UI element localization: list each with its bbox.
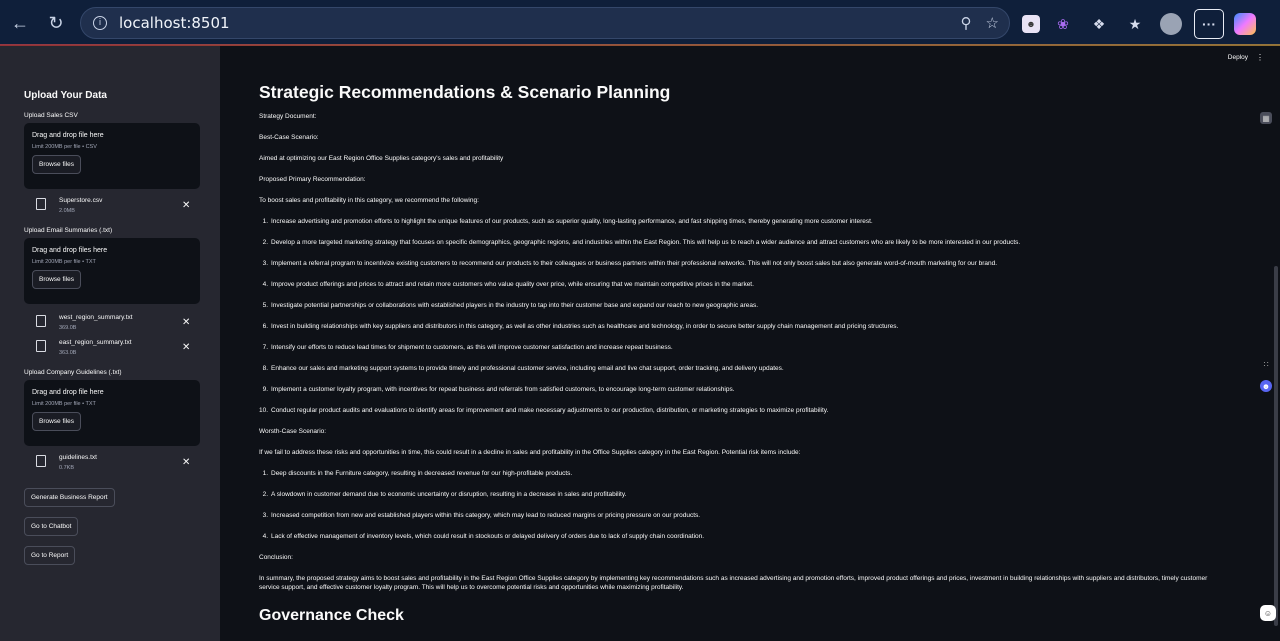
risks-list: 1. Deep discounts in the Furniture catego… xyxy=(259,469,1224,541)
go-to-report-button[interactable]: Go to Report xyxy=(24,546,76,565)
dropzone-text: Drag and drop files here xyxy=(32,247,108,254)
sales-upload-label: Upload Sales CSV xyxy=(24,112,78,119)
list-item: 2. A slowdown in customer demand due to e… xyxy=(262,491,627,498)
list-item: 6. Invest in building relationships with … xyxy=(262,323,899,330)
feedback-icon[interactable]: ☺ xyxy=(1260,605,1276,621)
main-content: Deploy ⋮ Strategic Recommendations & Sce… xyxy=(220,46,1280,641)
generate-report-button[interactable]: Generate Business Report xyxy=(24,488,115,507)
file-name: west_region_summary.txt xyxy=(59,314,133,321)
report-body: Strategic Recommendations & Scenario Pla… xyxy=(259,82,1224,625)
browser-toolbar: ← ↻ i localhost:8501 ⚲ ☆ ☻ ❀ ❖ ★ ··· xyxy=(0,0,1280,45)
governance-heading: Governance Check xyxy=(259,607,404,624)
email-upload-label: Upload Email Summaries (.txt) xyxy=(24,227,113,234)
uploaded-file: west_region_summary.txt 369.0B ✕ xyxy=(24,312,200,336)
edge-copilot-icon[interactable] xyxy=(1234,13,1256,35)
dropzone-limit: Limit 200MB per file • TXT xyxy=(32,401,96,407)
remove-file-icon[interactable]: ✕ xyxy=(182,200,190,211)
intro-text: To boost sales and profitability in this… xyxy=(259,197,479,204)
back-icon[interactable]: ← xyxy=(6,9,34,37)
extension-icon[interactable]: ☻ xyxy=(1022,15,1040,33)
browse-files-button[interactable]: Browse files xyxy=(32,270,82,289)
dropzone-text: Drag and drop file here xyxy=(32,132,104,139)
address-bar[interactable]: i localhost:8501 ⚲ ☆ xyxy=(80,7,1010,39)
file-size: 0.7KB xyxy=(59,465,74,471)
bookmark-star-icon[interactable]: ☆ xyxy=(986,14,999,32)
list-item: 4. Lack of effective management of invent… xyxy=(262,533,705,540)
uploaded-file: Superstore.csv 2.0MB ✕ xyxy=(24,195,200,219)
proposed-label: Proposed Primary Recommendation: xyxy=(259,176,366,183)
file-icon xyxy=(36,455,46,467)
file-icon xyxy=(36,198,46,210)
file-size: 2.0MB xyxy=(59,208,75,214)
browse-files-button[interactable]: Browse files xyxy=(32,412,82,431)
dropzone-text: Drag and drop file here xyxy=(32,389,104,396)
worst-case-intro: If we fail to address these risks and op… xyxy=(259,449,801,456)
list-item: 1. Deep discounts in the Furniture catego… xyxy=(262,470,573,477)
guidelines-dropzone[interactable]: Drag and drop file here Limit 200MB per … xyxy=(24,380,200,446)
scrollbar[interactable] xyxy=(1274,266,1278,626)
aim-text: Aimed at optimizing our East Region Offi… xyxy=(259,155,504,162)
conclusion-label: Conclusion: xyxy=(259,554,293,561)
file-icon xyxy=(36,340,46,352)
remove-file-icon[interactable]: ✕ xyxy=(182,457,190,468)
uploaded-file: east_region_summary.txt 363.0B ✕ xyxy=(24,337,200,361)
sidebar: Upload Your Data Upload Sales CSV Drag a… xyxy=(0,46,220,641)
file-size: 363.0B xyxy=(59,350,77,356)
zoom-icon[interactable]: ⚲ xyxy=(961,14,972,32)
best-case-label: Best-Case Scenario: xyxy=(259,134,319,141)
recommendations-list: 1. Increase advertising and promotion eff… xyxy=(259,217,1224,415)
list-item: 7. Intensify our efforts to reduce lead t… xyxy=(262,344,673,351)
strategy-doc-label: Strategy Document: xyxy=(259,113,317,120)
deploy-button[interactable]: Deploy xyxy=(1228,54,1248,61)
file-name: guidelines.txt xyxy=(59,454,97,461)
dropzone-limit: Limit 200MB per file • CSV xyxy=(32,144,97,150)
keyboard-icon[interactable]: ▦ xyxy=(1260,112,1272,124)
list-item: 10. Conduct regular product audits and ev… xyxy=(259,407,829,414)
list-item: 3. Increased competition from new and est… xyxy=(262,512,701,519)
url-text: localhost:8501 xyxy=(119,14,230,32)
uploaded-file: guidelines.txt 0.7KB ✕ xyxy=(24,452,200,476)
puzzle-icon[interactable]: ❖ xyxy=(1086,11,1112,37)
main-menu-icon[interactable]: ⋮ xyxy=(1256,53,1264,62)
list-item: 5. Investigate potential partnerships or … xyxy=(262,302,759,309)
remove-file-icon[interactable]: ✕ xyxy=(182,342,190,353)
profile-avatar[interactable] xyxy=(1158,11,1184,37)
go-to-chatbot-button[interactable]: Go to Chatbot xyxy=(24,517,79,536)
email-dropzone[interactable]: Drag and drop files here Limit 200MB per… xyxy=(24,238,200,304)
site-info-icon[interactable]: i xyxy=(93,16,107,30)
list-item: 4. Improve product offerings and prices t… xyxy=(262,281,754,288)
list-item: 2. Develop a more targeted marketing stra… xyxy=(262,239,1021,246)
remove-file-icon[interactable]: ✕ xyxy=(182,317,190,328)
discord-icon[interactable]: ☻ xyxy=(1260,380,1272,392)
file-name: Superstore.csv xyxy=(59,197,103,204)
copilot-icon[interactable]: ❀ xyxy=(1050,11,1076,37)
dropzone-limit: Limit 200MB per file • TXT xyxy=(32,259,96,265)
list-item: 3. Implement a referral program to incent… xyxy=(262,260,998,267)
browse-files-button[interactable]: Browse files xyxy=(32,155,82,174)
file-name: east_region_summary.txt xyxy=(59,339,132,346)
more-menu-icon[interactable]: ··· xyxy=(1194,9,1224,39)
conclusion-text: In summary, the proposed strategy aims t… xyxy=(259,575,1208,591)
reload-icon[interactable]: ↻ xyxy=(42,9,70,37)
worst-case-label: Worsth-Case Scenario: xyxy=(259,428,327,435)
sales-dropzone[interactable]: Drag and drop file here Limit 200MB per … xyxy=(24,123,200,189)
guidelines-upload-label: Upload Company Guidelines (.txt) xyxy=(24,369,122,376)
list-item: 1. Increase advertising and promotion eff… xyxy=(262,218,873,225)
list-item: 8. Enhance our sales and marketing suppor… xyxy=(262,365,784,372)
grid-icon[interactable]: ∷ xyxy=(1260,358,1272,370)
file-icon xyxy=(36,315,46,327)
sidebar-title: Upload Your Data xyxy=(24,90,107,101)
page-title: Strategic Recommendations & Scenario Pla… xyxy=(259,82,671,102)
file-size: 369.0B xyxy=(59,325,77,331)
list-item: 9. Implement a customer loyalty program, … xyxy=(262,386,735,393)
favorites-icon[interactable]: ★ xyxy=(1122,11,1148,37)
